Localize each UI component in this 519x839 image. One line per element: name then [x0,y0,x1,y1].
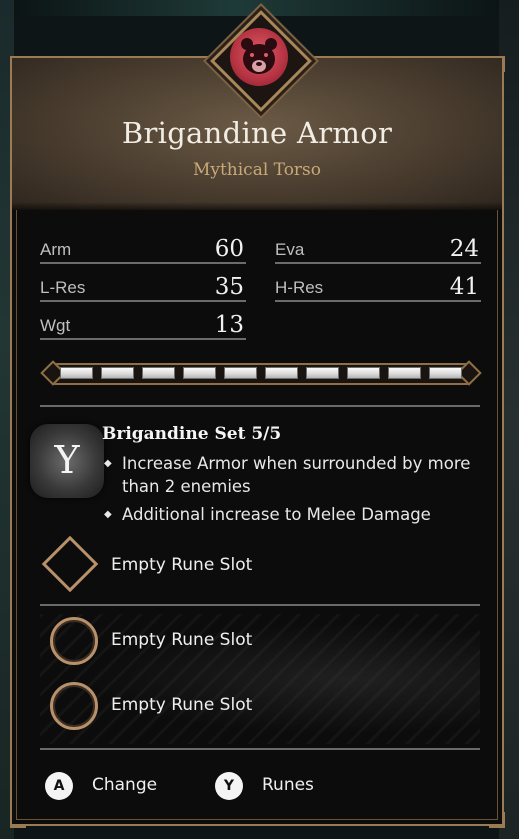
set-bonus-title: Brigandine Set 5/5 [102,424,282,444]
stat-heavy-resistance: H-Res 41 [275,270,481,302]
set-bonus-item: ◆ Additional increase to Melee Damage [104,503,474,526]
upgrade-segments [60,367,462,379]
upgrade-segment [101,367,134,379]
rune-slot-circle-icon[interactable] [50,682,98,730]
stat-value: 35 [214,274,244,300]
stat-value: 24 [449,236,479,262]
stat-label: Eva [275,240,305,259]
panel-corner-ornament [10,812,26,828]
upgrade-segment [388,367,421,379]
item-title: Brigandine Armor [121,116,393,150]
set-glyph: Y [54,438,80,482]
item-emblem [210,10,312,112]
set-bonus-text: Increase Armor when surrounded by more t… [122,454,471,496]
set-bonus-text: Additional increase to Melee Damage [122,505,431,524]
y-button-icon[interactable]: Y [215,772,243,800]
runes-button[interactable]: Runes [262,775,314,795]
stat-value: 60 [214,236,244,262]
rune-slot-label[interactable]: Empty Rune Slot [111,695,252,715]
upgrade-segment [306,367,339,379]
panel-corner-ornament [489,56,505,72]
knotwork-decoration [40,614,480,744]
bullet-icon: ◆ [104,458,112,469]
panel-corner-ornament [489,812,505,828]
rune-set-icon: Y [30,424,104,498]
upgrade-segment [347,367,380,379]
section-divider [40,604,480,606]
upgrade-segment [265,367,298,379]
change-button[interactable]: Change [92,775,157,795]
upgrade-segment [429,367,462,379]
stat-value: 13 [214,312,244,338]
stat-evasion: Eva 24 [275,232,481,264]
set-bonus-item: ◆ Increase Armor when surrounded by more… [104,452,474,498]
stat-weight: Wgt 13 [40,308,246,340]
stat-label: L-Res [40,278,86,297]
rune-slot-circle-icon[interactable] [50,617,98,665]
upgrade-segment [183,367,216,379]
upgrade-level-track [40,358,482,386]
upgrade-segment [224,367,257,379]
stat-label: Arm [40,240,72,259]
emblem-badge [230,28,288,86]
stat-label: Wgt [40,316,71,335]
bullet-icon: ◆ [104,509,112,520]
section-divider [40,405,480,407]
panel-corner-ornament [10,56,26,72]
stat-armor: Arm 60 [40,232,246,264]
stat-light-resistance: L-Res 35 [40,270,246,302]
a-button-icon[interactable]: A [45,772,73,800]
section-divider [40,748,480,750]
bear-head-icon [241,38,277,74]
rune-slot-label[interactable]: Empty Rune Slot [111,555,252,575]
upgrade-segment [142,367,175,379]
stat-value: 41 [449,274,479,300]
stat-label: H-Res [275,278,324,297]
item-category: Mythical Torso [192,160,322,180]
rune-slot-label[interactable]: Empty Rune Slot [111,630,252,650]
upgrade-segment [60,367,93,379]
